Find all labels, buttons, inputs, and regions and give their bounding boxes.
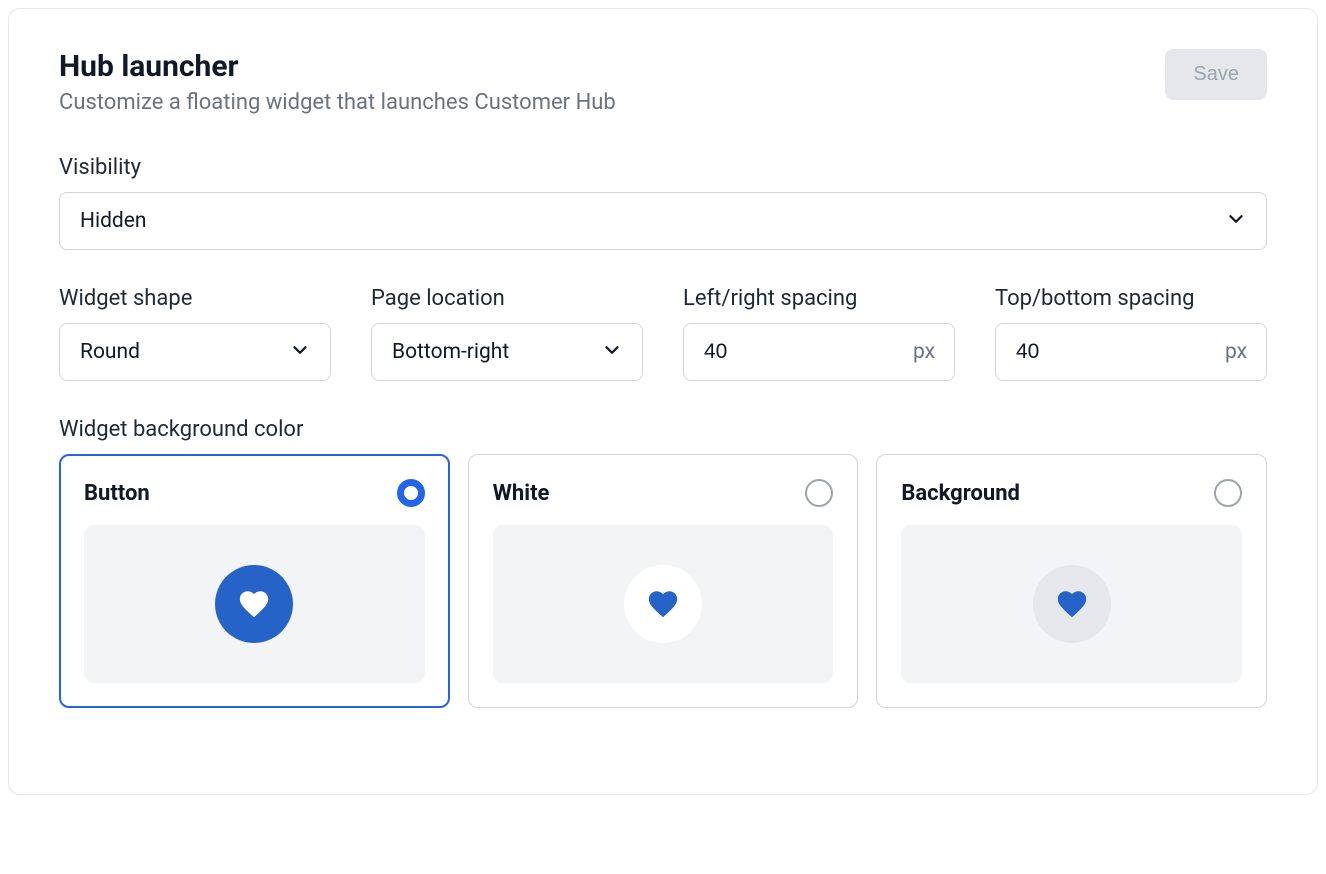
settings-row: Widget shape Round Page location Bottom-… [59,286,1267,381]
color-option-title: Background [901,481,1020,506]
color-preview [493,525,834,683]
color-option-header: White [493,479,834,507]
top-bottom-spacing-group: Top/bottom spacing px [995,286,1267,381]
heart-icon [237,587,271,621]
page-location-group: Page location Bottom-right [371,286,643,381]
visibility-select-wrapper: Hidden [59,192,1267,250]
page-subtitle: Customize a floating widget that launche… [59,90,616,115]
page-location-label: Page location [371,286,643,311]
visibility-select[interactable]: Hidden [59,192,1267,250]
color-option-title: Button [84,481,150,506]
left-right-spacing-group: Left/right spacing px [683,286,955,381]
visibility-label: Visibility [59,155,1267,180]
preview-circle [1033,565,1111,643]
header-text: Hub launcher Customize a floating widget… [59,49,616,115]
widget-shape-select-wrapper: Round [59,323,331,381]
left-right-spacing-label: Left/right spacing [683,286,955,311]
color-option-background[interactable]: Background [876,454,1267,708]
color-options: Button White [59,454,1267,708]
widget-bg-color-label: Widget background color [59,417,1267,442]
widget-shape-label: Widget shape [59,286,331,311]
header: Hub launcher Customize a floating widget… [59,49,1267,115]
radio-selected-icon [397,479,425,507]
save-button[interactable]: Save [1165,49,1267,100]
color-option-header: Background [901,479,1242,507]
widget-shape-select[interactable]: Round [59,323,331,381]
top-bottom-spacing-wrapper: px [995,323,1267,381]
top-bottom-spacing-input[interactable] [995,323,1267,381]
radio-unselected-icon [1214,479,1242,507]
color-option-header: Button [84,479,425,507]
left-right-spacing-input[interactable] [683,323,955,381]
preview-circle [215,565,293,643]
top-bottom-spacing-label: Top/bottom spacing [995,286,1267,311]
left-right-spacing-wrapper: px [683,323,955,381]
widget-bg-color-group: Widget background color Button White [59,417,1267,708]
preview-circle [624,565,702,643]
page-title: Hub launcher [59,49,616,84]
color-option-button[interactable]: Button [59,454,450,708]
heart-icon [646,587,680,621]
page-location-select[interactable]: Bottom-right [371,323,643,381]
page-location-select-wrapper: Bottom-right [371,323,643,381]
hub-launcher-card: Hub launcher Customize a floating widget… [8,8,1318,795]
color-preview [901,525,1242,683]
color-option-title: White [493,481,550,506]
visibility-group: Visibility Hidden [59,155,1267,250]
heart-icon [1055,587,1089,621]
color-preview [84,525,425,683]
color-option-white[interactable]: White [468,454,859,708]
widget-shape-group: Widget shape Round [59,286,331,381]
radio-unselected-icon [805,479,833,507]
